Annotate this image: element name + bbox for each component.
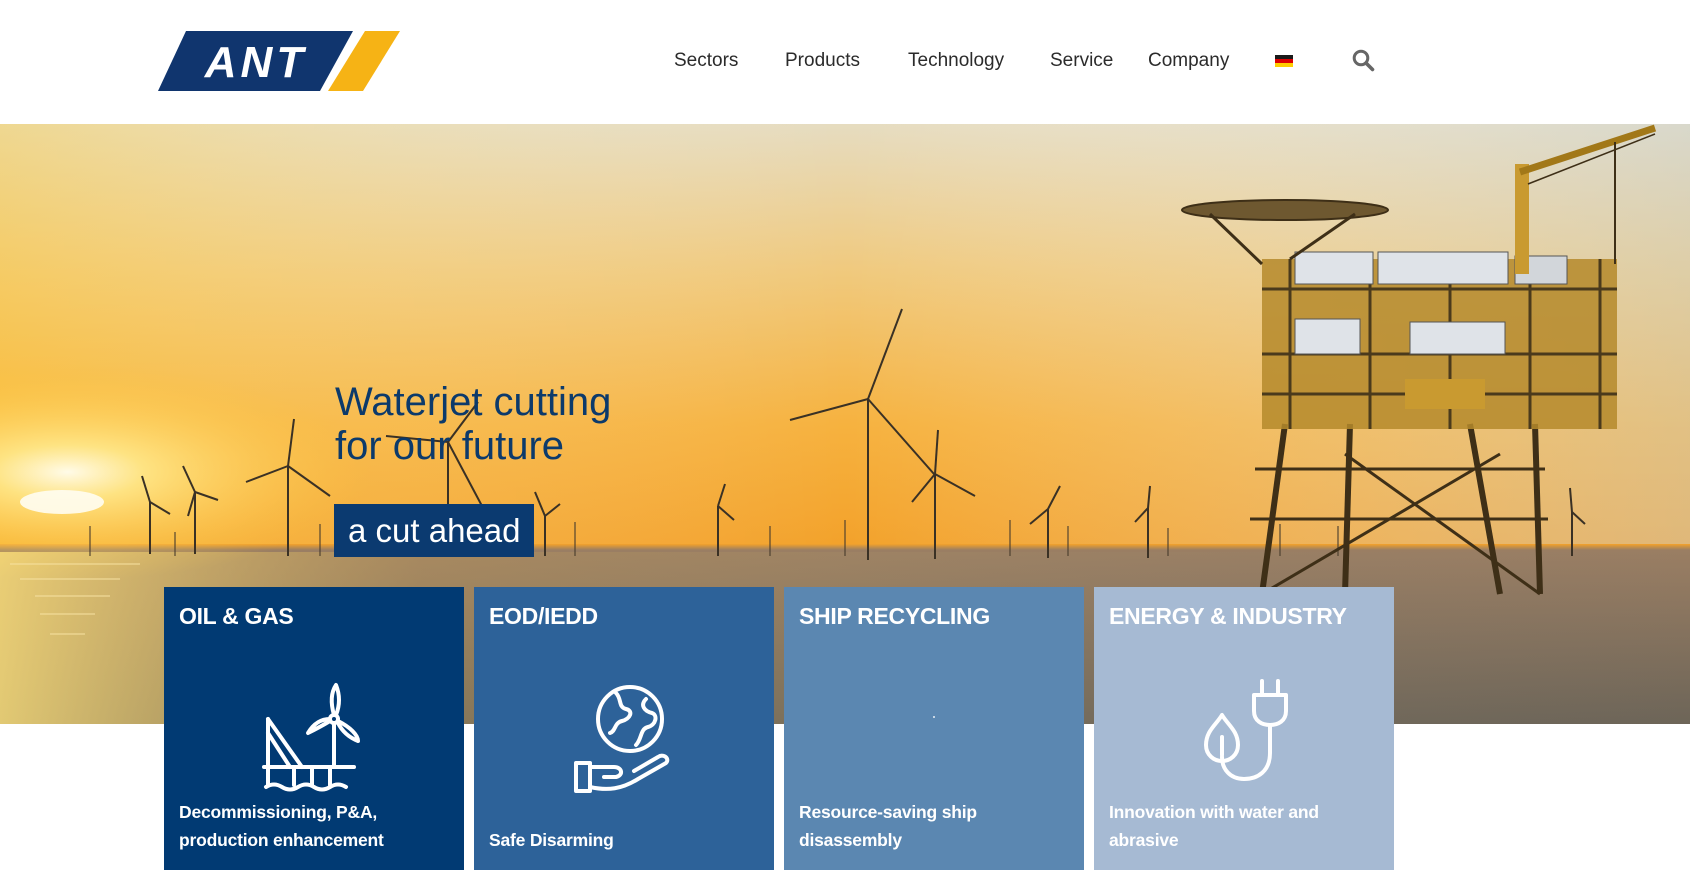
sector-card-oil-gas[interactable]: OIL & GAS Decommissioning, P&A, producti… (164, 587, 464, 870)
card-title: OIL & GAS (179, 603, 294, 629)
hero-title-line-1: Waterjet cutting (335, 380, 612, 424)
water-drop-plug-icon (1204, 679, 1288, 781)
nav-products[interactable]: Products (785, 46, 860, 76)
card-title: ENERGY & INDUSTRY (1109, 603, 1347, 629)
globe-in-hand-icon (574, 685, 670, 793)
card-title: EOD/IEDD (489, 603, 598, 629)
site-header: ANT Sectors Products Technology Service … (0, 0, 1690, 124)
nav-sectors[interactable]: Sectors (674, 46, 738, 76)
card-description: Resource-saving ship disassembly (799, 802, 977, 850)
nav-technology[interactable]: Technology (908, 46, 1004, 76)
german-flag-icon[interactable] (1275, 55, 1293, 67)
card-title: SHIP RECYCLING (799, 603, 990, 629)
sector-card-energy-industry[interactable]: ENERGY & INDUSTRY Innovation with water … (1094, 587, 1394, 870)
card-description: Innovation with water and abrasive (1109, 802, 1319, 850)
hero-tagline: a cut ahead (334, 504, 535, 557)
card-description: Decommissioning, P&A, production enhance… (179, 802, 384, 850)
offshore-platform-wind-icon (262, 683, 360, 792)
card-description: Safe Disarming (489, 830, 614, 850)
sector-card-eod-iedd[interactable]: EOD/IEDD Safe Disarming (474, 587, 774, 870)
hero-title-line-2: for our future (335, 424, 565, 468)
ship-icon (933, 716, 935, 718)
nav-service[interactable]: Service (1050, 46, 1113, 76)
hero-title: Waterjet cutting for our future (335, 380, 611, 468)
search-icon[interactable] (1351, 48, 1375, 72)
main-nav: Sectors Products Technology Service Comp… (0, 46, 1690, 76)
nav-company[interactable]: Company (1148, 46, 1229, 76)
sector-card-ship-recycling[interactable]: SHIP RECYCLING Resource-saving ship disa… (784, 587, 1084, 870)
